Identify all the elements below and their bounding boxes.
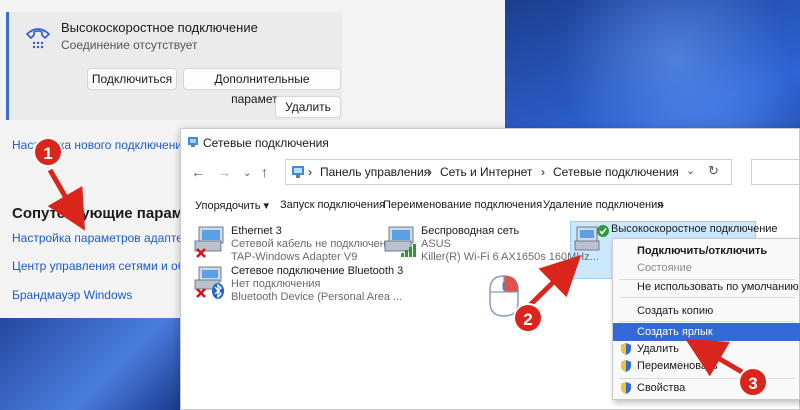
control-panel-icon: [292, 166, 304, 178]
item-device: Bluetooth Device (Personal Area ...: [231, 291, 403, 303]
breadcrumb-network-internet[interactable]: Сеть и Интернет: [440, 165, 532, 179]
refresh-icon[interactable]: ↻: [708, 163, 719, 179]
firewall-link[interactable]: Брандмауэр Windows: [12, 288, 132, 302]
network-adapter-icon: [194, 226, 224, 258]
menu-item-create-shortcut[interactable]: Создать ярлык: [613, 323, 800, 341]
breadcrumb-separator-icon: ›: [308, 165, 312, 179]
bluetooth-adapter-icon: [194, 266, 224, 299]
window-title: Сетевые подключения: [203, 136, 329, 150]
adapter-settings-link[interactable]: Настройка параметров адаптера: [12, 231, 196, 245]
menu-item-label: Свойства: [637, 382, 686, 394]
menu-item-create-copy[interactable]: Создать копию: [613, 302, 800, 320]
shield-icon: [621, 360, 631, 372]
up-button[interactable]: ↑: [261, 164, 268, 180]
breadcrumb-network-connections[interactable]: Сетевые подключения: [553, 165, 679, 179]
context-menu: Подключить/отключить Состояние Не исполь…: [612, 238, 800, 400]
shield-icon: [621, 382, 631, 394]
menu-separator: [619, 321, 795, 322]
menu-separator: [619, 297, 795, 298]
breadcrumb-separator-icon: ›: [541, 165, 545, 179]
menu-item-not-default[interactable]: Не использовать по умолчанию: [613, 278, 800, 296]
shield-icon: [621, 343, 631, 355]
menu-item-connect-disconnect[interactable]: Подключить/отключить: [613, 242, 800, 260]
step-badge-3: 3: [738, 367, 768, 397]
delete-connection-toolbar-button[interactable]: Удаление подключения: [543, 199, 663, 211]
control-panel-icon: [188, 137, 198, 147]
desktop-wallpaper-bottom: [0, 318, 180, 410]
advanced-options-button[interactable]: Дополнительные параметры: [183, 68, 341, 106]
organize-button[interactable]: Упорядочить ▾: [195, 199, 269, 212]
connection-card[interactable]: Высокоскоростное подключение Соединение …: [6, 12, 342, 120]
back-button[interactable]: ←: [191, 164, 205, 180]
history-chevron-icon[interactable]: ⌄: [243, 168, 251, 179]
step-badge-1: 1: [33, 137, 63, 167]
menu-item-label: Удалить: [637, 343, 679, 355]
item-status: Нет подключения: [231, 278, 321, 290]
menu-item-delete[interactable]: Удалить: [613, 340, 800, 358]
item-status: Сетевой кабель не подключен: [231, 238, 386, 250]
menu-item-rename[interactable]: Переименовать: [613, 357, 800, 375]
dialup-icon: [25, 28, 51, 49]
check-icon: [597, 225, 609, 237]
delete-connection-button[interactable]: Удалить: [275, 96, 341, 118]
item-status: ASUS: [421, 238, 451, 250]
item-name: Сетевое подключение Bluetooth 3: [231, 265, 404, 277]
breadcrumb-separator-icon: ›: [428, 165, 432, 179]
connection-title: Высокоскоростное подключение: [61, 20, 258, 35]
connect-button[interactable]: Подключиться: [87, 68, 177, 90]
command-bar: Упорядочить ▾ Запуск подключения Переиме…: [181, 195, 800, 217]
rename-connection-button[interactable]: Переименование подключения: [383, 199, 542, 211]
breadcrumb-control-panel[interactable]: Панель управления: [320, 165, 430, 179]
list-item-wireless[interactable]: Беспроводная сеть ASUS Killer(R) Wi-Fi 6…: [383, 225, 599, 265]
address-dropdown-icon[interactable]: ⌄: [686, 164, 695, 177]
item-name: Высокоскоростное подключение: [611, 223, 778, 235]
item-name: Ethernet 3: [231, 225, 282, 237]
list-item-ethernet[interactable]: Ethernet 3 Сетевой кабель не подключен T…: [193, 225, 386, 265]
forward-button[interactable]: →: [217, 164, 231, 180]
list-item-bluetooth[interactable]: Сетевое подключение Bluetooth 3 Нет подк…: [193, 265, 403, 305]
wifi-adapter-icon: [384, 226, 416, 257]
item-name: Беспроводная сеть: [421, 225, 520, 237]
start-connection-button[interactable]: Запуск подключения: [280, 199, 385, 211]
step-badge-2: 2: [513, 303, 543, 333]
menu-item-label: Переименовать: [637, 360, 718, 372]
address-bar[interactable]: › Панель управления › Сеть и Интернет › …: [285, 159, 732, 185]
menu-item-status[interactable]: Состояние: [613, 259, 800, 277]
more-commands-button[interactable]: »: [657, 197, 664, 212]
connection-status: Соединение отсутствует: [61, 38, 198, 52]
menu-item-properties[interactable]: Свойства: [613, 379, 800, 397]
search-input[interactable]: [751, 159, 800, 185]
item-device: TAP-Windows Adapter V9: [231, 251, 358, 263]
